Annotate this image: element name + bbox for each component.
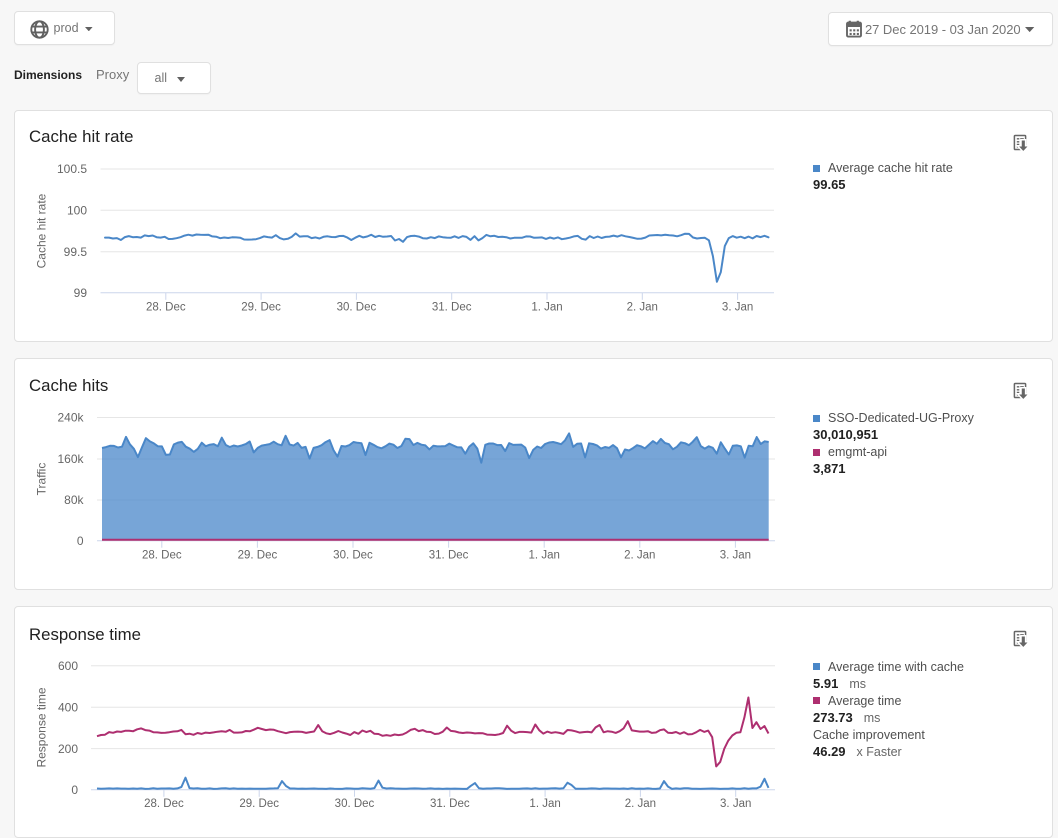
svg-text:1. Jan: 1. Jan — [529, 798, 560, 810]
svg-text:600: 600 — [58, 659, 78, 673]
svg-text:30. Dec: 30. Dec — [333, 549, 373, 561]
svg-text:160k: 160k — [57, 452, 84, 466]
svg-text:28. Dec: 28. Dec — [144, 798, 184, 810]
svg-text:2. Jan: 2. Jan — [625, 798, 656, 810]
svg-text:100.5: 100.5 — [57, 162, 87, 176]
svg-text:28. Dec: 28. Dec — [142, 549, 182, 561]
svg-text:Response time: Response time — [35, 687, 49, 767]
svg-text:0: 0 — [77, 534, 84, 548]
svg-text:99.5: 99.5 — [64, 245, 88, 259]
svg-text:31. Dec: 31. Dec — [432, 302, 472, 314]
svg-text:Cache hit rate: Cache hit rate — [35, 193, 49, 268]
svg-text:3. Jan: 3. Jan — [722, 302, 753, 314]
svg-text:2. Jan: 2. Jan — [627, 302, 658, 314]
svg-text:1. Jan: 1. Jan — [531, 302, 562, 314]
svg-text:29. Dec: 29. Dec — [239, 798, 279, 810]
svg-text:29. Dec: 29. Dec — [241, 302, 281, 314]
svg-text:1. Jan: 1. Jan — [529, 549, 560, 561]
svg-text:240k: 240k — [57, 411, 84, 425]
svg-text:2. Jan: 2. Jan — [624, 549, 655, 561]
svg-text:31. Dec: 31. Dec — [429, 549, 469, 561]
svg-text:31. Dec: 31. Dec — [430, 798, 470, 810]
svg-text:200: 200 — [58, 742, 78, 756]
svg-text:80k: 80k — [64, 493, 84, 507]
svg-text:30. Dec: 30. Dec — [337, 302, 377, 314]
svg-text:100: 100 — [67, 204, 87, 218]
svg-text:28. Dec: 28. Dec — [146, 302, 186, 314]
svg-text:0: 0 — [71, 783, 78, 797]
svg-text:30. Dec: 30. Dec — [335, 798, 375, 810]
svg-text:3. Jan: 3. Jan — [720, 549, 751, 561]
svg-text:99: 99 — [74, 286, 88, 300]
svg-text:29. Dec: 29. Dec — [238, 549, 278, 561]
svg-text:400: 400 — [58, 700, 78, 714]
svg-text:3. Jan: 3. Jan — [720, 798, 751, 810]
svg-text:Traffic: Traffic — [35, 463, 49, 496]
